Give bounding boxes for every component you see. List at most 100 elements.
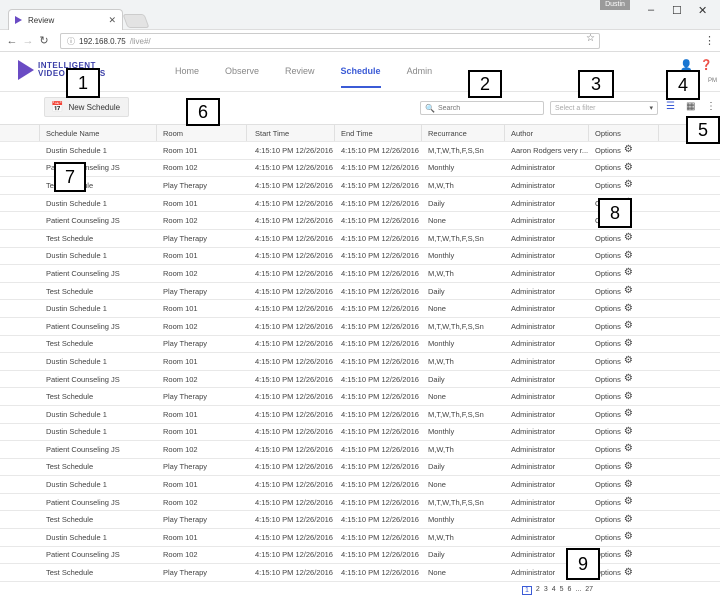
table-row[interactable]: Dustin Schedule 1 Room 101 4:15:10 PM 12/2… — [0, 424, 720, 442]
table-row[interactable]: Patient Counseling JS Room 102 4:15:10 PM … — [0, 318, 720, 336]
minimize-icon[interactable]: – — [648, 4, 654, 16]
gear-icon[interactable]: ⚙ — [624, 321, 633, 331]
gear-icon[interactable]: ⚙ — [624, 567, 633, 577]
row-options-button[interactable]: Options⚙ — [589, 233, 659, 243]
browser-menu-icon[interactable]: ⋮ — [704, 34, 715, 47]
gear-icon[interactable]: ⚙ — [624, 356, 633, 366]
gear-icon[interactable]: ⚙ — [624, 162, 633, 172]
row-options-button[interactable]: Options⚙ — [589, 444, 659, 454]
row-options-button[interactable]: Options⚙ — [589, 461, 659, 471]
table-row[interactable]: Patient Counseling JS Room 102 4:15:10 PM … — [0, 494, 720, 512]
nav-home[interactable]: Home — [175, 66, 199, 88]
table-row[interactable]: Test SchedulePlay Therapy4:15:10 PM 12/2… — [0, 230, 720, 248]
row-options-button[interactable]: Options⚙ — [589, 180, 659, 190]
row-options-button[interactable]: Options⚙ — [589, 268, 659, 278]
gear-icon[interactable]: ⚙ — [624, 409, 633, 419]
gear-icon[interactable]: ⚙ — [624, 461, 633, 471]
row-options-button[interactable]: Options⚙ — [589, 374, 659, 384]
search-input[interactable] — [437, 104, 538, 112]
table-row[interactable]: Dustin Schedule 1 Room 101 4:15:10 PM 12/2… — [0, 353, 720, 371]
forward-icon[interactable]: → — [20, 35, 36, 47]
list-view-icon[interactable]: ☰ — [666, 101, 675, 112]
page-link[interactable]: 27 — [585, 586, 593, 595]
back-icon[interactable]: ← — [4, 35, 20, 47]
table-row[interactable]: Test SchedulePlay Therapy4:15:10 PM 12/2… — [0, 336, 720, 354]
filter-select[interactable]: Select a filter ▾ — [550, 101, 658, 115]
page-link[interactable]: 4 — [552, 586, 556, 595]
table-row[interactable]: Patient Counseling JS Room 102 4:15:10 PM … — [0, 371, 720, 389]
table-row[interactable]: Test SchedulePlay Therapy4:15:10 PM 12/2… — [0, 177, 720, 195]
gear-icon[interactable]: ⚙ — [624, 268, 633, 278]
row-options-button[interactable]: Options⚙ — [589, 321, 659, 331]
row-options-button[interactable]: Options⚙ — [589, 356, 659, 366]
table-row[interactable]: Dustin Schedule 1 Room 101 4:15:10 PM 12/2… — [0, 142, 720, 160]
table-row[interactable]: Dustin Schedule 1 Room 101 4:15:10 PM 12/2… — [0, 300, 720, 318]
table-row[interactable]: Test SchedulePlay Therapy4:15:10 PM 12/2… — [0, 388, 720, 406]
gear-icon[interactable]: ⚙ — [624, 532, 633, 542]
search-box[interactable]: 🔍 — [420, 101, 544, 115]
col-options[interactable]: Options — [589, 125, 659, 141]
row-options-button[interactable]: Options⚙ — [589, 338, 659, 348]
info-icon[interactable]: ⓘ — [67, 36, 75, 47]
gear-icon[interactable]: ⚙ — [624, 250, 633, 260]
gear-icon[interactable]: ⚙ — [624, 338, 633, 348]
gear-icon[interactable]: ⚙ — [624, 479, 633, 489]
table-row[interactable]: Dustin Schedule 1 Room 101 4:15:10 PM 12/2… — [0, 529, 720, 547]
nav-admin[interactable]: Admin — [407, 66, 433, 88]
calendar-view-icon[interactable]: ▦ — [686, 101, 695, 112]
col-room[interactable]: Room — [157, 125, 247, 141]
nav-schedule[interactable]: Schedule — [340, 66, 381, 88]
more-options-icon[interactable]: ⋮ — [706, 101, 716, 112]
new-schedule-button[interactable]: 📅 New Schedule — [44, 97, 129, 117]
table-row[interactable]: Dustin Schedule 1 Room 101 4:15:10 PM 12/2… — [0, 406, 720, 424]
gear-icon[interactable]: ⚙ — [624, 426, 633, 436]
new-tab-button[interactable] — [122, 14, 150, 28]
col-end-time[interactable]: End Time — [335, 125, 422, 141]
row-options-button[interactable]: Options⚙ — [589, 250, 659, 260]
gear-icon[interactable]: ⚙ — [624, 180, 633, 190]
page-link[interactable]: 3 — [544, 586, 548, 595]
help-icon[interactable]: ❓ — [700, 60, 712, 71]
table-row[interactable]: Patient Counseling JS Room 102 4:15:10 PM … — [0, 441, 720, 459]
col-schedule-name[interactable]: Schedule Name — [40, 125, 157, 141]
gear-icon[interactable]: ⚙ — [624, 497, 633, 507]
table-row[interactable]: Patient Counseling JS Room 102 4:15:10 PM … — [0, 265, 720, 283]
row-options-button[interactable]: Options⚙ — [589, 162, 659, 172]
row-options-button[interactable]: Options⚙ — [589, 514, 659, 524]
table-row[interactable]: Dustin Schedule 1 Room 101 4:15:10 PM 12/2… — [0, 248, 720, 266]
table-row[interactable]: Test SchedulePlay Therapy4:15:10 PM 12/2… — [0, 511, 720, 530]
nav-observe[interactable]: Observe — [225, 66, 259, 88]
reload-icon[interactable]: ↻ — [36, 34, 52, 47]
gear-icon[interactable]: ⚙ — [624, 391, 633, 401]
col-start-time[interactable]: Start Time — [247, 125, 335, 141]
page-link[interactable]: 5 — [560, 586, 564, 595]
gear-icon[interactable]: ⚙ — [624, 444, 633, 454]
row-options-button[interactable]: Options⚙ — [589, 286, 659, 296]
maximize-icon[interactable]: ☐ — [672, 4, 682, 17]
table-row[interactable]: Test SchedulePlay Therapy4:15:10 PM 12/2… — [0, 283, 720, 301]
gear-icon[interactable]: ⚙ — [624, 549, 633, 559]
gear-icon[interactable]: ⚙ — [624, 286, 633, 296]
page-link[interactable]: 2 — [536, 586, 540, 595]
row-options-button[interactable]: Options⚙ — [589, 532, 659, 542]
gear-icon[interactable]: ⚙ — [624, 233, 633, 243]
col-recurrance[interactable]: Recurrance — [422, 125, 505, 141]
close-tab-icon[interactable]: ✕ — [108, 15, 116, 26]
browser-user-badge[interactable]: Dustin — [600, 0, 630, 10]
bookmark-star-icon[interactable]: ☆ — [586, 33, 595, 44]
table-row[interactable]: Test SchedulePlay Therapy4:15:10 PM 12/2… — [0, 459, 720, 477]
row-options-button[interactable]: Options⚙ — [589, 409, 659, 419]
table-row[interactable]: Patient Counseling JS Room 102 4:15:10 PM … — [0, 547, 720, 565]
nav-review[interactable]: Review — [285, 66, 315, 88]
gear-icon[interactable]: ⚙ — [624, 514, 633, 524]
close-window-icon[interactable]: ✕ — [698, 4, 707, 17]
table-row[interactable]: Dustin Schedule 1 Room 101 4:15:10 PM 12/2… — [0, 476, 720, 494]
row-options-button[interactable]: Options⚙ — [589, 426, 659, 436]
row-options-button[interactable]: Options⚙ — [589, 391, 659, 401]
gear-icon[interactable]: ⚙ — [624, 145, 633, 155]
col-author[interactable]: Author — [505, 125, 589, 141]
gear-icon[interactable]: ⚙ — [624, 374, 633, 384]
browser-tab[interactable]: Review ✕ — [8, 9, 123, 30]
row-options-button[interactable]: Options⚙ — [589, 303, 659, 313]
page-link[interactable]: 6 — [568, 586, 572, 595]
